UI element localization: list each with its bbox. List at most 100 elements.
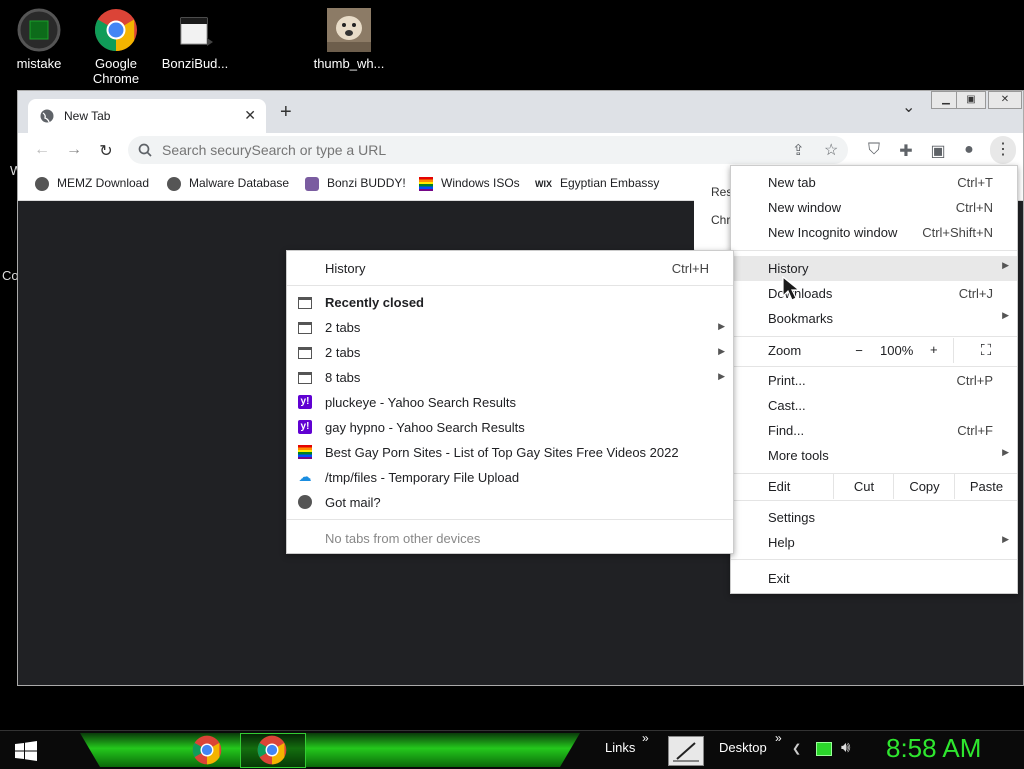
new-tab-button[interactable]: + xyxy=(280,101,292,124)
bookmark-egyptian-embassy[interactable]: WIX Egyptian Embassy xyxy=(535,176,659,190)
zoom-label: Zoom xyxy=(768,343,802,358)
rainbow-icon xyxy=(298,445,312,459)
desktop-icon-google-chrome[interactable]: Google Chrome xyxy=(77,8,155,86)
back-icon[interactable]: ← xyxy=(32,141,52,159)
history-header-item[interactable]: History Ctrl+H xyxy=(287,256,733,281)
paste-button[interactable]: Paste xyxy=(954,474,1018,499)
volume-icon[interactable]: 🔊︎ xyxy=(841,739,850,756)
menu-separator xyxy=(287,519,733,520)
taskbar-chrome-button[interactable] xyxy=(190,734,224,766)
menu-item-find[interactable]: Find... Ctrl+F xyxy=(731,418,1017,443)
forward-icon[interactable]: → xyxy=(64,141,84,159)
desktop-icon-label: BonziBud... xyxy=(161,56,229,71)
copy-button[interactable]: Copy xyxy=(893,474,955,499)
menu-item-history[interactable]: History ▶ xyxy=(731,256,1017,281)
desktop-icon-mistake[interactable]: mistake xyxy=(0,8,78,71)
menu-separator xyxy=(731,250,1017,251)
desktop-icon-label: mistake xyxy=(16,56,62,71)
menu-item-bookmarks[interactable]: Bookmarks ▶ xyxy=(731,306,1017,331)
profile-avatar-icon[interactable]: ● xyxy=(959,141,979,159)
desktop-icon-bonzibuddy[interactable]: BonziBud... xyxy=(156,8,234,71)
extensions-puzzle-icon[interactable]: ✚ xyxy=(896,141,916,161)
chrome-icon xyxy=(192,735,222,765)
reload-icon[interactable]: ↻ xyxy=(96,141,116,161)
menu-separator xyxy=(731,559,1017,560)
side-panel-icon[interactable]: ▣ xyxy=(928,141,948,161)
maximize-button[interactable]: ▣ xyxy=(956,91,986,109)
menu-zoom-row: Zoom − 100% + ⛶ xyxy=(731,338,1017,363)
share-icon[interactable]: ⇪ xyxy=(792,141,805,159)
clock[interactable]: 8:58 AM xyxy=(886,733,981,764)
bookmark-windows-isos[interactable]: Windows ISOs xyxy=(419,176,520,191)
recently-closed-heading: Recently closed xyxy=(287,290,733,315)
chrome-icon xyxy=(257,735,287,765)
tab-group-icon xyxy=(298,347,312,359)
zoom-out-button[interactable]: − xyxy=(833,338,885,363)
menu-item-help[interactable]: Help ▶ xyxy=(731,530,1017,555)
menu-item-new-window[interactable]: New window Ctrl+N xyxy=(731,195,1017,220)
tab-search-icon[interactable]: ⌄ xyxy=(902,97,915,117)
file-icon xyxy=(173,8,217,52)
cloud-upload-icon: ☁ xyxy=(298,469,312,484)
notepad-pen-icon[interactable] xyxy=(668,736,704,766)
menu-item-new-tab[interactable]: New tab Ctrl+T xyxy=(731,170,1017,195)
globe-icon xyxy=(298,495,312,509)
cut-button[interactable]: Cut xyxy=(833,474,894,499)
tab-new-tab[interactable]: New Tab ✕ xyxy=(28,99,266,133)
menu-separator xyxy=(731,500,1017,501)
tab-strip: New Tab ✕ + ⌄ ▁ ▣ ✕ xyxy=(18,91,1023,133)
desktop-toolbar-label[interactable]: Desktop xyxy=(719,740,767,755)
submenu-arrow-icon: ▶ xyxy=(1002,447,1009,457)
bookmark-malware-database[interactable]: Malware Database xyxy=(167,176,289,191)
tray-chevron-icon[interactable]: ❮ xyxy=(792,742,801,755)
taskbar-app-strip xyxy=(80,733,580,767)
tab-group-icon xyxy=(298,372,312,384)
omnibox[interactable]: ⇪ ☆ xyxy=(128,136,848,164)
history-item[interactable]: 2 tabs ▶ xyxy=(287,315,733,340)
history-item[interactable]: y! gay hypno - Yahoo Search Results xyxy=(287,415,733,440)
zoom-in-button[interactable]: + xyxy=(930,342,938,357)
links-overflow-icon[interactable]: » xyxy=(642,731,649,745)
zoom-value: 100% xyxy=(880,343,914,358)
ublock-shield-icon[interactable]: ⛉ xyxy=(864,141,884,159)
close-tab-icon[interactable]: ✕ xyxy=(244,107,256,124)
taskbar-chrome-active-button[interactable] xyxy=(240,733,306,768)
fullscreen-icon[interactable]: ⛶ xyxy=(953,338,1018,363)
bookmark-bonzi-buddy[interactable]: Bonzi BUDDY! xyxy=(305,176,406,191)
menu-item-exit[interactable]: Exit xyxy=(731,566,1017,591)
menu-separator xyxy=(731,336,1017,337)
history-item[interactable]: Got mail? xyxy=(287,490,733,515)
bookmark-star-icon[interactable]: ☆ xyxy=(824,140,838,160)
network-icon[interactable] xyxy=(816,742,832,756)
edit-label: Edit xyxy=(768,479,791,494)
menu-item-cast[interactable]: Cast... xyxy=(731,393,1017,418)
taskbar: Links » Desktop » ❮ 🔊︎ 8:58 AM xyxy=(0,730,1024,769)
globe-icon xyxy=(35,176,49,191)
menu-item-print[interactable]: Print... Ctrl+P xyxy=(731,368,1017,393)
chrome-menu-button[interactable]: ⋮ xyxy=(990,136,1016,164)
history-item[interactable]: 8 tabs ▶ xyxy=(287,365,733,390)
bookmark-memz-download[interactable]: MEMZ Download xyxy=(35,176,149,191)
menu-item-downloads[interactable]: Downloads Ctrl+J xyxy=(731,281,1017,306)
desktop-icon-thumb[interactable]: thumb_wh... xyxy=(310,8,388,71)
chrome-main-menu: New tab Ctrl+T New window Ctrl+N New Incog… xyxy=(730,165,1018,594)
history-item[interactable]: Best Gay Porn Sites - List of Top Gay Si… xyxy=(287,440,733,465)
history-item[interactable]: y! pluckeye - Yahoo Search Results xyxy=(287,390,733,415)
history-item[interactable]: 2 tabs ▶ xyxy=(287,340,733,365)
history-item[interactable]: ☁/tmp/files - Temporary File Upload xyxy=(287,465,733,490)
close-window-button[interactable]: ✕ xyxy=(988,91,1022,109)
yahoo-icon: y! xyxy=(298,420,312,434)
submenu-arrow-icon: ▶ xyxy=(1002,534,1009,544)
bonzi-icon xyxy=(305,176,319,191)
yahoo-icon: y! xyxy=(298,395,312,409)
submenu-arrow-icon: ▶ xyxy=(718,371,725,381)
desktop-overflow-icon[interactable]: » xyxy=(775,731,782,745)
menu-item-more-tools[interactable]: More tools ▶ xyxy=(731,443,1017,468)
start-windows-icon[interactable] xyxy=(15,741,37,761)
links-toolbar-label[interactable]: Links xyxy=(605,740,635,755)
history-submenu: History Ctrl+H Recently closed 2 tabs ▶ 2 … xyxy=(286,250,734,554)
menu-item-new-incognito-window[interactable]: New Incognito window Ctrl+Shift+N xyxy=(731,220,1017,245)
toolbar: ← → ↻ ⇪ ☆ ⛉ ✚ ▣ ● ⋮ xyxy=(18,133,1023,167)
menu-item-settings[interactable]: Settings xyxy=(731,505,1017,530)
omnibox-input[interactable] xyxy=(160,141,764,159)
